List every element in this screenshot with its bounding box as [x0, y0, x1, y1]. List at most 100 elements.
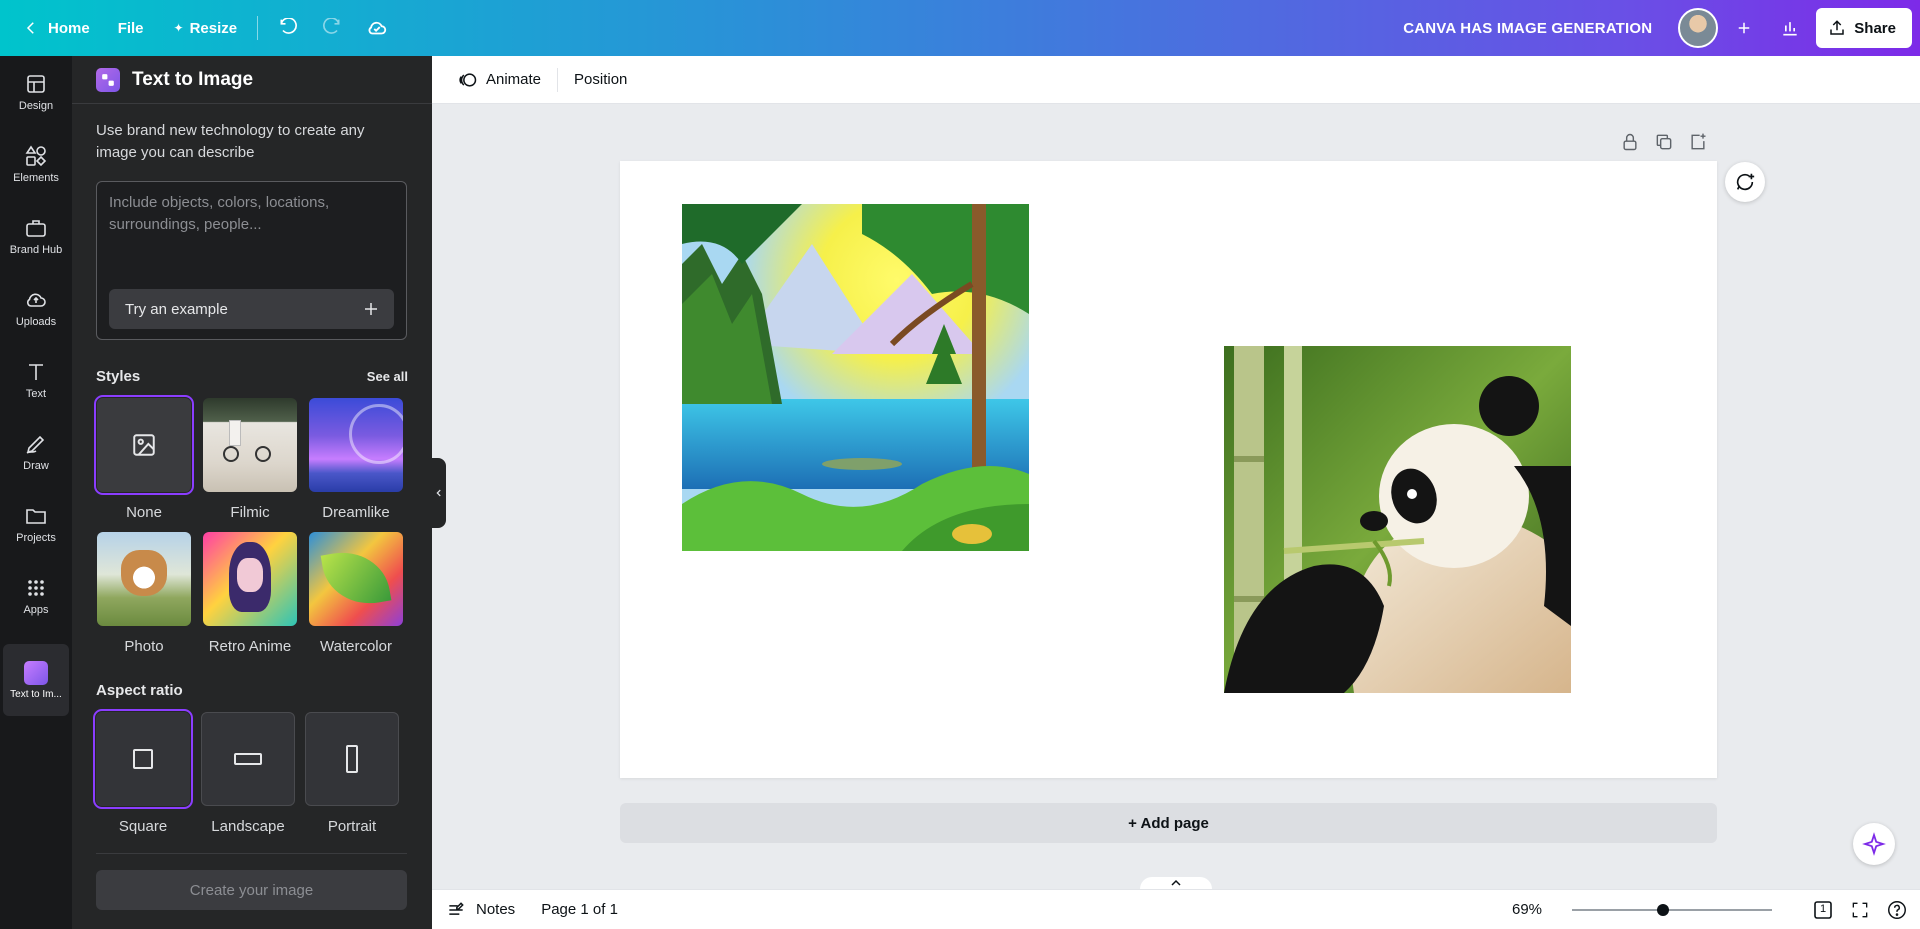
insights-button[interactable] — [1770, 8, 1810, 48]
rail-label: Elements — [13, 172, 59, 184]
panda-image[interactable] — [1224, 346, 1571, 693]
share-label: Share — [1854, 19, 1896, 37]
undo-icon — [280, 18, 298, 34]
plus-icon — [365, 303, 377, 315]
style-name: Dreamlike — [322, 504, 390, 521]
style-name: Filmic — [230, 504, 270, 521]
rail-item-text[interactable]: Text — [0, 344, 72, 416]
rail-item-brand-hub[interactable]: Brand Hub — [0, 200, 72, 272]
document-title[interactable]: CANVA HAS IMAGE GENERATION — [1403, 20, 1652, 37]
page-count: 1 — [1819, 902, 1827, 915]
style-name: Watercolor — [320, 638, 392, 655]
sparkle-icon — [1862, 832, 1886, 856]
fullscreen-icon[interactable] — [1850, 900, 1870, 920]
create-image-button[interactable]: Create your image — [96, 870, 407, 910]
try-example-button[interactable]: Try an example — [109, 289, 394, 329]
collapse-panel-handle[interactable] — [432, 458, 446, 528]
upload-icon — [1830, 20, 1845, 35]
redo-button[interactable] — [310, 10, 354, 46]
zoom-slider[interactable] — [1572, 904, 1772, 916]
notes-button[interactable]: Notes — [446, 900, 515, 920]
landscape-rect-icon — [234, 753, 262, 765]
rail-item-draw[interactable]: Draw — [0, 416, 72, 488]
aspect-option-portrait[interactable]: Portrait — [305, 712, 399, 835]
lock-icon[interactable] — [1620, 132, 1640, 152]
style-option-none[interactable]: None — [94, 395, 194, 521]
rail-item-projects[interactable]: Projects — [0, 488, 72, 560]
aspect-ratio-heading: Aspect ratio — [96, 682, 183, 699]
layout-icon — [27, 75, 45, 93]
animate-label: Animate — [486, 71, 542, 88]
try-example-label: Try an example — [125, 300, 228, 318]
save-status-button[interactable] — [354, 10, 400, 46]
style-name: Photo — [124, 638, 164, 655]
style-thumb — [94, 395, 194, 495]
chevron-left-icon — [436, 489, 441, 497]
file-menu-button[interactable]: File — [106, 10, 156, 46]
add-collaborator-button[interactable] — [1724, 8, 1764, 48]
style-option-dreamlike[interactable]: Dreamlike — [308, 398, 404, 521]
undo-button[interactable] — [266, 10, 310, 46]
help-icon[interactable] — [1886, 899, 1908, 921]
style-option-filmic[interactable]: Filmic — [202, 398, 298, 521]
bottom-bar: Notes Page 1 of 1 69% 1 — [432, 889, 1920, 929]
rail-label: Projects — [16, 532, 56, 544]
plus-icon — [1739, 22, 1750, 34]
redo-icon — [323, 18, 340, 34]
cloud-check-icon — [368, 21, 387, 35]
share-button[interactable]: Share — [1816, 8, 1912, 48]
panel-title: Text to Image — [132, 68, 254, 90]
position-label: Position — [574, 71, 628, 88]
style-option-photo[interactable]: Photo — [96, 532, 192, 655]
mountain-lake-illustration — [682, 204, 1029, 551]
comment-add-icon — [1736, 173, 1755, 191]
page-indicator: Page 1 of 1 — [541, 901, 618, 918]
bar-chart-icon — [1783, 22, 1797, 36]
file-label: File — [117, 19, 144, 37]
rail-label: Uploads — [15, 316, 57, 328]
rail-item-uploads[interactable]: Uploads — [0, 272, 72, 344]
add-page-icon[interactable] — [1688, 132, 1708, 152]
crown-icon: ✦ — [173, 21, 184, 35]
aspect-name: Square — [118, 818, 168, 835]
duplicate-page-icon[interactable] — [1654, 132, 1674, 152]
canva-editor: Home File ✦ Resize CANVA HAS IMAGE GENER… — [0, 0, 1920, 929]
prompt-textarea[interactable]: Include objects, colors, locations, surr… — [96, 181, 407, 340]
style-thumb — [309, 532, 403, 626]
chevron-up-icon — [1171, 879, 1181, 886]
pen-icon — [26, 435, 45, 454]
user-avatar[interactable] — [1678, 8, 1719, 48]
position-button[interactable]: Position — [562, 62, 639, 98]
rail-item-text-to-image[interactable]: Text to Im... — [3, 644, 69, 716]
style-thumb — [309, 398, 403, 492]
resize-button[interactable]: ✦ Resize — [162, 10, 250, 46]
rail-item-design[interactable]: Design — [0, 56, 72, 128]
notes-label: Notes — [476, 901, 516, 918]
magic-assistant-button[interactable] — [1853, 823, 1895, 865]
style-option-watercolor[interactable]: Watercolor — [308, 532, 404, 655]
panel-header: Text to Image — [72, 56, 432, 104]
add-page-button[interactable]: + Add page — [620, 803, 1717, 843]
aspect-option-square[interactable]: Square — [93, 709, 193, 835]
text-to-image-panel: Text to Image Use brand new technology t… — [72, 56, 432, 929]
image-placeholder-icon — [133, 434, 155, 456]
mountain-lake-image[interactable] — [682, 204, 1029, 551]
page-actions — [1620, 132, 1708, 152]
style-option-retro-anime[interactable]: Retro Anime — [202, 532, 298, 655]
zoom-value[interactable]: 69% — [1512, 901, 1542, 918]
home-button[interactable]: Home — [10, 10, 102, 46]
rail-item-apps[interactable]: Apps — [0, 560, 72, 632]
square-icon — [133, 749, 153, 769]
rail-item-elements[interactable]: Elements — [0, 128, 72, 200]
add-comment-button[interactable] — [1725, 162, 1765, 202]
show-pages-toggle[interactable] — [1140, 877, 1212, 889]
see-all-styles-link[interactable]: See all — [367, 369, 408, 384]
zoom-slider-knob[interactable] — [1656, 904, 1669, 916]
styles-heading: Styles — [96, 368, 141, 385]
page-grid-button[interactable]: 1 — [1812, 900, 1834, 920]
animate-button[interactable]: Animate — [446, 62, 553, 98]
rail-label: Brand Hub — [9, 244, 63, 256]
text-to-image-app-icon — [24, 660, 48, 685]
resize-label: Resize — [189, 19, 238, 37]
aspect-option-landscape[interactable]: Landscape — [201, 712, 295, 835]
